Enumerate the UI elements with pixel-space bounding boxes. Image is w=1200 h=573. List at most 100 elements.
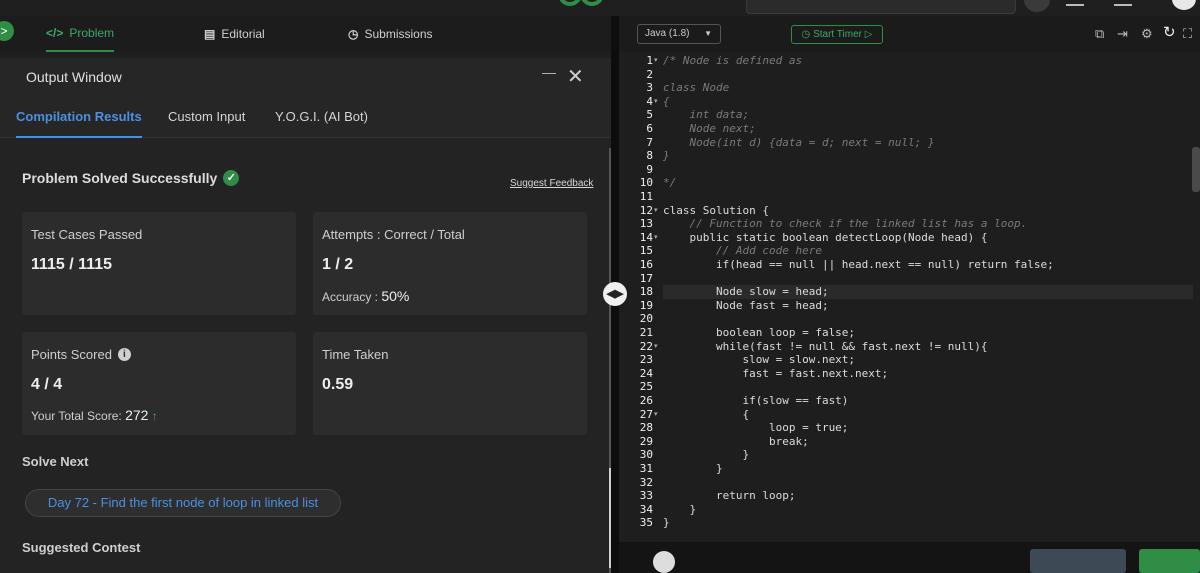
code-line[interactable]: } <box>663 462 723 476</box>
language-select[interactable]: Java (1.8) ▼ <box>637 24 721 44</box>
line-number: 25 <box>639 380 653 394</box>
line-number: 12 <box>639 203 653 217</box>
start-timer-label: Start Timer <box>813 29 862 40</box>
line-number: 13 <box>639 217 653 231</box>
document-icon: ▤ <box>204 27 216 41</box>
next-problem-link[interactable]: Day 72 - Find the first node of loop in … <box>25 489 341 517</box>
problem-tabs: </> Problem ▤ Editorial ◷ Submissions <box>0 16 611 52</box>
code-line[interactable]: int data; <box>663 108 749 122</box>
resize-handle-icon[interactable]: ◀▶ <box>603 282 627 306</box>
minimize-icon[interactable]: — <box>542 64 556 80</box>
tab-yogi-bot[interactable]: Y.O.G.I. (AI Bot) <box>275 98 368 138</box>
code-line[interactable]: /* Node is defined as <box>663 54 802 68</box>
code-line[interactable]: boolean loop = false; <box>663 326 855 340</box>
language-value: Java (1.8) <box>645 28 690 39</box>
code-editor[interactable]: 1 ▾ 2 3 4 ▾ 5 6 7 8 9 10 11 12 ▾ 13 14 ▾ 15 16 17 18 19 20 21 22 ▾… <box>619 52 1200 573</box>
tab-editorial-label: Editorial <box>221 27 265 41</box>
fold-arrow-icon[interactable]: ▾ <box>654 340 658 354</box>
code-line[interactable]: } <box>663 516 670 530</box>
import-icon[interactable]: ⇥ <box>1117 26 1128 42</box>
tab-problem[interactable]: </> Problem <box>46 16 115 52</box>
line-number: 35 <box>639 516 653 530</box>
code-line[interactable]: if(head == null || head.next == null) re… <box>663 258 1054 272</box>
line-number: 26 <box>639 394 653 407</box>
code-line[interactable]: while(fast != null && fast.next != null)… <box>663 340 988 354</box>
code-line[interactable]: if(slow == fast) <box>663 394 848 408</box>
code-line[interactable]: } <box>663 503 696 517</box>
submit-button[interactable] <box>1139 549 1200 573</box>
tab-editorial[interactable]: ▤ Editorial <box>204 16 265 52</box>
line-number: 23 <box>639 353 653 367</box>
points-card: Points Scored i 4 / 4 Your Total Score: … <box>22 332 296 435</box>
settings-icon[interactable]: ⚙ <box>1141 26 1153 42</box>
editor-panel: Java (1.8) ▼ ◷ Start Timer ▷ ⧉ ⇥ ⚙ ↻ ⛶ 1… <box>619 16 1200 573</box>
code-icon: </> <box>46 26 64 40</box>
notification-icon[interactable] <box>1066 0 1084 6</box>
editor-scrollbar[interactable] <box>1192 147 1200 192</box>
code-line[interactable]: break; <box>663 435 809 449</box>
output-window-header: Output Window — ✕ <box>0 58 611 98</box>
fullscreen-icon[interactable]: ⛶ <box>1183 26 1192 42</box>
solved-status-text: Problem Solved Successfully <box>22 170 218 186</box>
clock-icon: ◷ <box>348 27 359 41</box>
code-line[interactable]: Node next; <box>663 122 755 136</box>
line-number: 8 <box>646 149 653 163</box>
code-line[interactable]: } <box>663 448 749 462</box>
code-line[interactable]: public static boolean detectLoop(Node he… <box>663 231 987 245</box>
tab-custom-input[interactable]: Custom Input <box>168 98 245 138</box>
code-line[interactable]: { <box>663 95 670 109</box>
line-number: 1 <box>646 54 653 67</box>
line-number: 5 <box>646 108 653 122</box>
line-number: 17 <box>639 271 653 285</box>
line-number: 4 <box>646 94 653 108</box>
code-line[interactable]: */ <box>663 176 676 190</box>
line-number: 32 <box>639 475 653 489</box>
accuracy-label: Accuracy : <box>322 290 379 304</box>
code-line[interactable]: fast = fast.next.next; <box>663 367 888 381</box>
line-number: 10 <box>639 176 653 190</box>
tab-compilation-results[interactable]: Compilation Results <box>16 98 142 138</box>
info-icon[interactable]: i <box>117 348 131 361</box>
code-line[interactable]: class Node <box>663 81 729 95</box>
avatar[interactable] <box>1172 0 1196 10</box>
tab-problem-label: Problem <box>69 26 115 40</box>
search-input[interactable] <box>746 0 1016 14</box>
fold-arrow-icon[interactable]: ▾ <box>654 54 658 68</box>
points-label: Points Scored <box>31 347 112 362</box>
fold-arrow-icon[interactable]: ▾ <box>654 95 658 109</box>
arrow-up-icon: ↑ <box>151 409 158 423</box>
compile-button[interactable] <box>1030 549 1126 573</box>
code-line[interactable]: Node slow = head; <box>663 285 1193 299</box>
fold-arrow-icon[interactable]: ▾ <box>654 231 658 245</box>
solved-status: Problem Solved Successfully ✓ <box>22 170 240 186</box>
line-number: 31 <box>639 462 653 475</box>
reset-icon[interactable]: ↻ <box>1163 23 1176 41</box>
code-line[interactable]: Node(int d) {data = d; next = null; } <box>663 136 934 150</box>
tab-submissions[interactable]: ◷ Submissions <box>348 16 433 52</box>
suggest-feedback-link[interactable]: Suggest Feedback <box>510 178 593 189</box>
code-line[interactable]: return loop; <box>663 489 795 503</box>
bell-icon[interactable] <box>1114 0 1132 6</box>
site-logo-icon[interactable] <box>556 0 606 10</box>
code-line[interactable]: loop = true; <box>663 421 848 435</box>
top-header <box>0 0 1200 16</box>
code-line[interactable]: slow = slow.next; <box>663 353 855 367</box>
code-line[interactable]: class Solution { <box>663 204 769 218</box>
start-timer-button[interactable]: ◷ Start Timer ▷ <box>791 25 883 44</box>
code-line[interactable]: } <box>663 149 670 163</box>
code-line[interactable]: Node fast = head; <box>663 299 829 313</box>
fold-arrow-icon[interactable]: ▾ <box>654 204 658 218</box>
code-line[interactable]: // Function to check if the linked list … <box>663 217 1027 231</box>
fold-arrow-icon[interactable]: ▾ <box>654 408 658 422</box>
plus-icon[interactable] <box>1024 0 1050 12</box>
line-number: 27 <box>639 407 653 421</box>
code-line[interactable]: { <box>663 408 749 422</box>
copy-icon[interactable]: ⧉ <box>1095 26 1104 42</box>
code-line[interactable]: // Add code here <box>663 244 822 258</box>
editor-toolbar: Java (1.8) ▼ ◷ Start Timer ▷ ⧉ ⇥ ⚙ ↻ ⛶ <box>619 16 1200 52</box>
close-icon[interactable]: ✕ <box>567 67 584 87</box>
bottom-toggle-icon[interactable] <box>653 551 675 573</box>
line-number: 33 <box>639 489 653 503</box>
code-area[interactable]: /* Node is defined as class Node{ int dat… <box>663 52 1193 542</box>
line-number: 2 <box>646 67 653 81</box>
